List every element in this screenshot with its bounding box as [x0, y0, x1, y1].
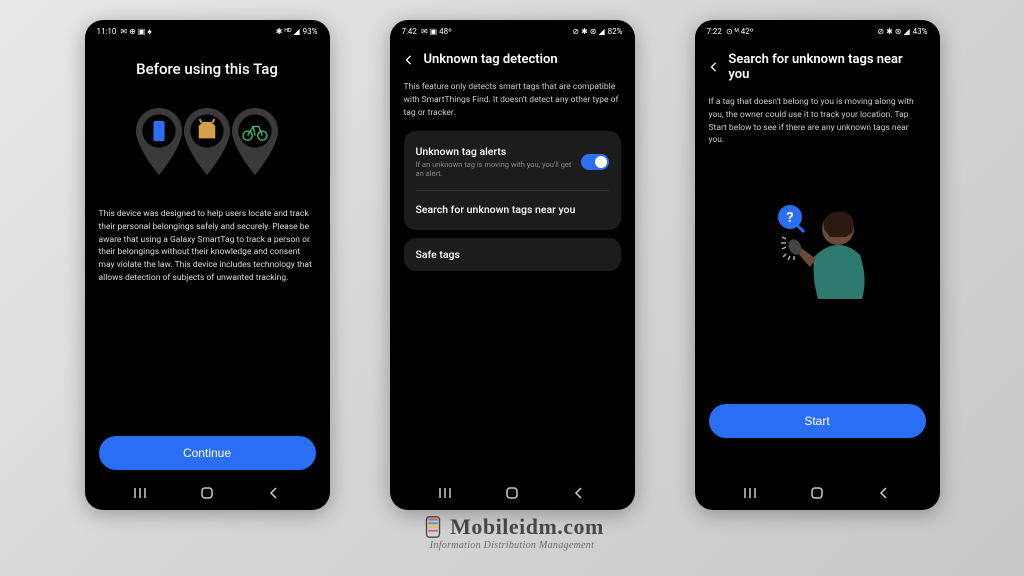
intro-text: This feature only detects smart tags tha… [404, 81, 621, 119]
nav-back-icon[interactable] [876, 485, 892, 501]
status-bar: 7:42 ✉ ▣ 48º ⊘ ✱ ⊛ ◢ 82% [392, 22, 633, 40]
status-time: 7:22 [707, 27, 722, 36]
safe-tags-card[interactable]: Safe tags [404, 238, 621, 271]
alerts-toggle-on[interactable] [581, 154, 609, 170]
back-arrow-icon[interactable] [404, 55, 414, 65]
logo-brand: Mobileidm.com [450, 514, 604, 540]
status-bar: 11:10 ✉ ⊕ ▣ ♠ ✱ ᴴᴰ ◢ 93% [87, 22, 328, 40]
status-left-icons: ✉ ▣ 48º [421, 27, 452, 36]
page-title: Search for unknown tags near you [728, 52, 925, 82]
status-battery: 93% [303, 27, 318, 36]
continue-button[interactable]: Continue [99, 436, 316, 470]
nav-bar [697, 478, 938, 508]
phones-row: 11:10 ✉ ⊕ ▣ ♠ ✱ ᴴᴰ ◢ 93% Before using th… [85, 0, 940, 510]
phone-unknown-tag-detection: 7:42 ✉ ▣ 48º ⊘ ✱ ⊛ ◢ 82% Unknown tag det… [390, 20, 635, 510]
status-right-icons: ⊘ ✱ ⊛ ◢ [572, 27, 604, 36]
search-row-label: Search for unknown tags near you [416, 203, 576, 216]
nav-back-icon[interactable] [266, 485, 282, 501]
status-battery: 82% [608, 27, 623, 36]
body-text: If a tag that doesn't belong to you is m… [709, 96, 926, 147]
nav-back-icon[interactable] [571, 485, 587, 501]
alerts-title: Unknown tag alerts [416, 145, 581, 158]
nav-recents-icon[interactable] [132, 485, 148, 501]
status-left-icons: ⊙ ᴹ 42º [726, 27, 753, 36]
nav-home-icon[interactable] [809, 485, 825, 501]
logo: Mobileidm.com Information Distribution M… [420, 514, 604, 551]
nav-recents-icon[interactable] [742, 485, 758, 501]
back-arrow-icon[interactable] [709, 62, 719, 72]
phone-search-unknown-tags: 7:22 ⊙ ᴹ 42º ⊘ ✱ ⊛ ◢ 43% Search for unkn… [695, 20, 940, 510]
phone-before-using-tag: 11:10 ✉ ⊕ ▣ ♠ ✱ ᴴᴰ ◢ 93% Before using th… [85, 20, 330, 510]
logo-tagline: Information Distribution Management [430, 540, 594, 551]
status-right-icons: ✱ ᴴᴰ ◢ [276, 27, 300, 36]
body-text: This device was designed to help users l… [99, 208, 316, 285]
svg-text:?: ? [787, 210, 794, 226]
person-searching-illustration: ? [709, 189, 926, 309]
pins-illustration [99, 108, 316, 178]
settings-card: Unknown tag alerts If an unknown tag is … [404, 131, 621, 230]
nav-bar [87, 478, 328, 508]
logo-phone-icon [420, 514, 446, 540]
safe-tags-label: Safe tags [416, 248, 609, 261]
unknown-tag-alerts-row[interactable]: Unknown tag alerts If an unknown tag is … [416, 141, 609, 182]
nav-recents-icon[interactable] [437, 485, 453, 501]
divider [416, 190, 609, 191]
status-left-icons: ✉ ⊕ ▣ ♠ [120, 27, 151, 36]
nav-home-icon[interactable] [504, 485, 520, 501]
status-bar: 7:22 ⊙ ᴹ 42º ⊘ ✱ ⊛ ◢ 43% [697, 22, 938, 40]
page-title: Before using this Tag [99, 60, 316, 78]
status-battery: 43% [913, 27, 928, 36]
nav-home-icon[interactable] [199, 485, 215, 501]
status-time: 11:10 [97, 27, 117, 36]
nav-bar [392, 478, 633, 508]
start-button[interactable]: Start [709, 404, 926, 438]
status-time: 7:42 [402, 27, 417, 36]
alerts-subtitle: If an unknown tag is moving with you, yo… [416, 160, 581, 178]
page-title: Unknown tag detection [424, 52, 558, 67]
search-unknown-tags-row[interactable]: Search for unknown tags near you [416, 199, 609, 220]
status-right-icons: ⊘ ✱ ⊛ ◢ [877, 27, 909, 36]
pin-bike-icon [227, 108, 283, 178]
